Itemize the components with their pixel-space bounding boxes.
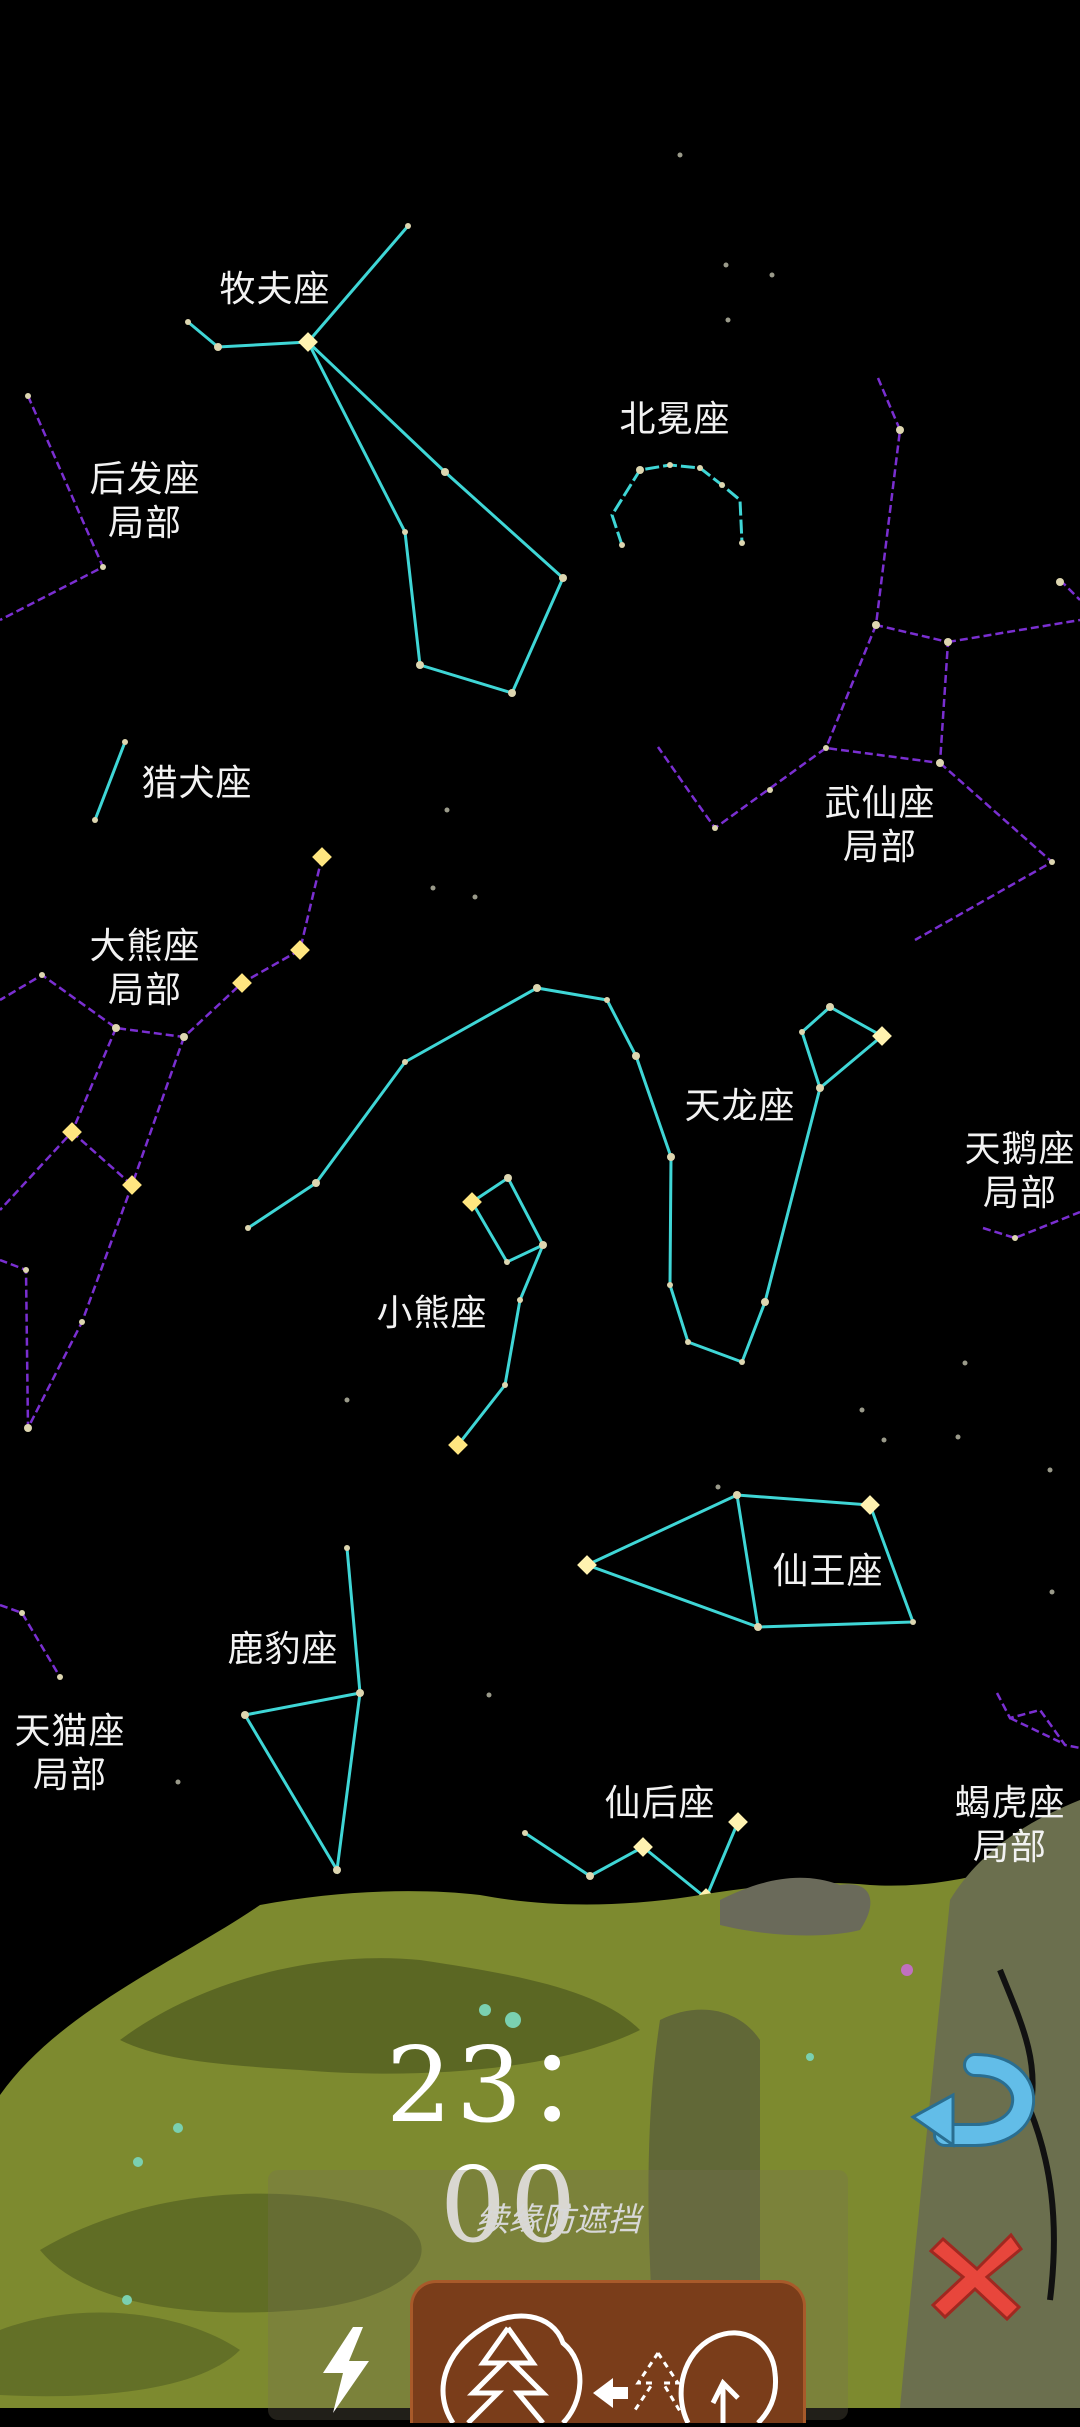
close-x-icon [928, 2232, 1024, 2322]
return-button[interactable] [905, 2045, 1036, 2155]
tree-swap-icon [440, 2313, 779, 2425]
constellation-lynx-partial [0, 1603, 63, 1680]
constellation-canes-venatici [92, 739, 128, 823]
lightning-button[interactable] [315, 2325, 375, 2415]
return-arrow-icon [910, 2053, 1036, 2148]
constellation-camelopardalis [241, 1545, 364, 1875]
label-hercules-partial: 武仙座 局部 [824, 783, 936, 868]
label-lacerta-partial: 蝎虎座 局部 [954, 1783, 1066, 1868]
label-lynx-partial: 天猫座 局部 [14, 1711, 126, 1796]
label-cassiopeia: 仙后座 [604, 1783, 716, 1824]
label-corona-borealis: 北冕座 [619, 399, 731, 440]
label-camelopardalis: 鹿豹座 [227, 1629, 339, 1670]
constellation-draco [245, 984, 892, 1365]
label-ursa-minor: 小熊座 [376, 1293, 488, 1334]
constellation-cygnus-partial [982, 1210, 1080, 1241]
label-coma-partial: 后发座 局部 [89, 459, 201, 544]
lightning-icon [323, 2327, 369, 2413]
label-cepheus: 仙王座 [772, 1551, 884, 1592]
close-button[interactable] [925, 2225, 1030, 2325]
label-cygnus-partial: 天鹅座 局部 [964, 1129, 1076, 1214]
constellation-corona-borealis [610, 462, 745, 548]
label-bootes: 牧夫座 [219, 269, 331, 310]
hint-text: 续缘防遮挡 [475, 2200, 641, 2239]
tree-swap-button[interactable] [410, 2280, 806, 2425]
label-ursa-major-partial: 大熊座 局部 [89, 926, 201, 1011]
constellation-lacerta-partial [995, 1692, 1080, 1750]
label-canes-venatici: 猎犬座 [141, 763, 253, 804]
label-draco: 天龙座 [684, 1086, 796, 1127]
